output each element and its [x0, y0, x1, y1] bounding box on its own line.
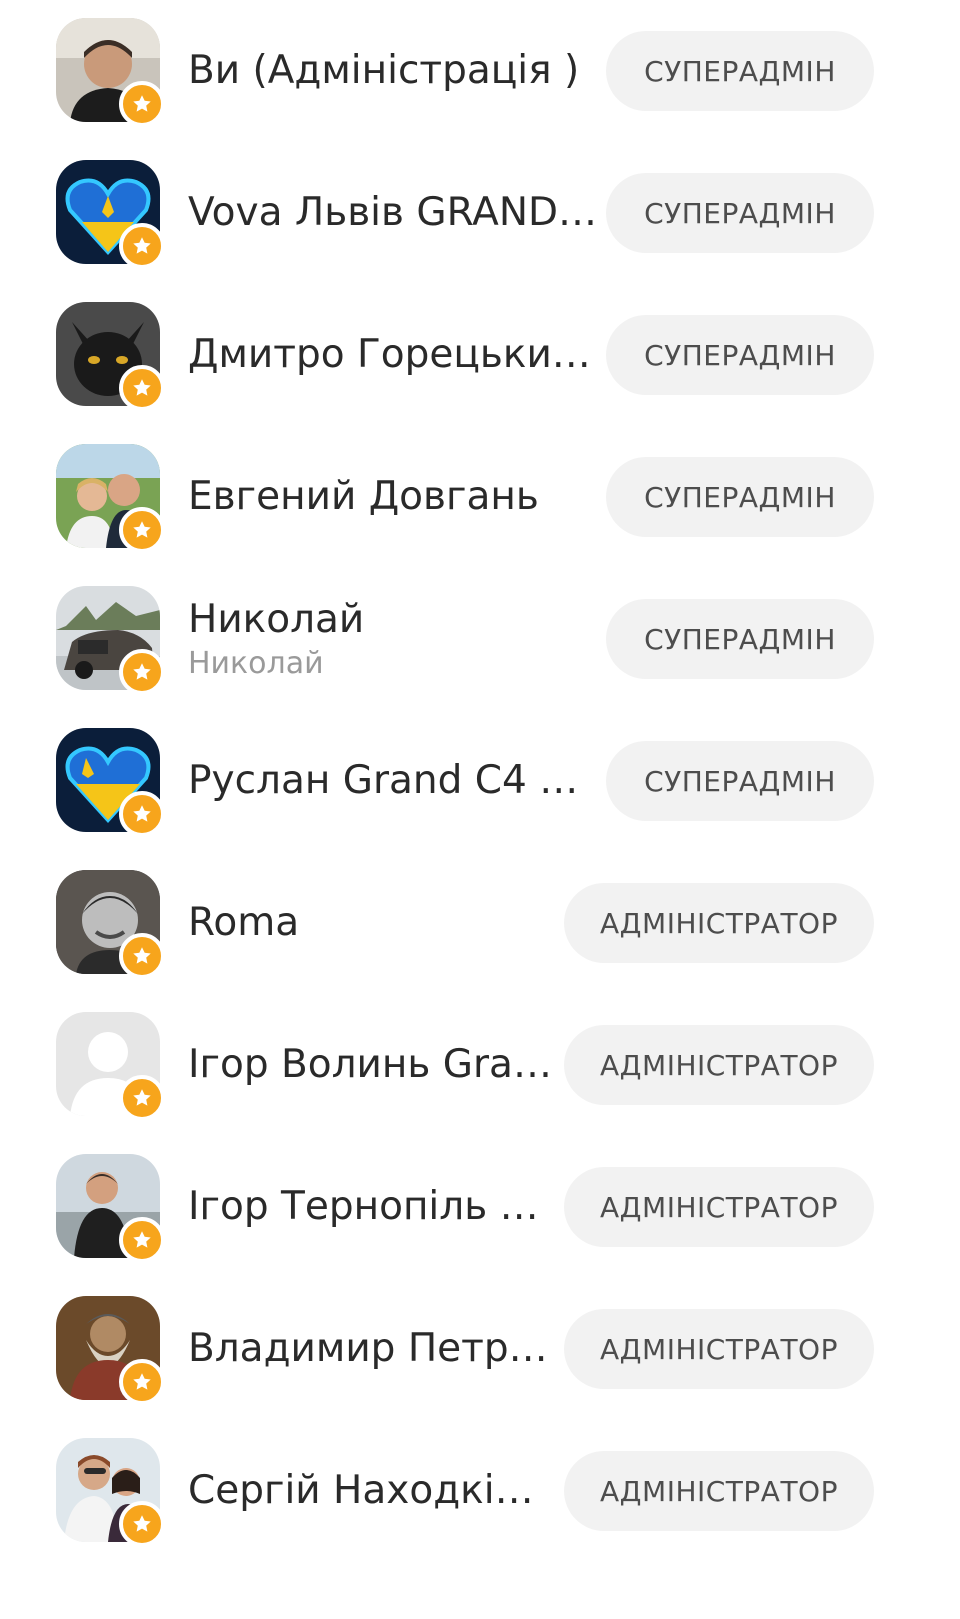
star-badge-icon	[119, 933, 165, 979]
member-row[interactable]: Сергій Находкін … АДМІНІСТРАТОР	[0, 1420, 960, 1562]
star-badge-icon	[119, 507, 165, 553]
member-name-block: Ігор Волинь Gran…	[188, 994, 558, 1136]
avatar[interactable]	[56, 728, 165, 837]
member-row[interactable]: Ви (Адміністрація ) СУПЕРАДМІН	[0, 0, 960, 142]
member-name: Ігор Волинь Gran…	[188, 1042, 558, 1087]
member-row[interactable]: Ігор Тернопіль Gr… АДМІНІСТРАТОР	[0, 1136, 960, 1278]
role-button[interactable]: АДМІНІСТРАТОР	[564, 883, 874, 963]
member-name: Сергій Находкін …	[188, 1468, 558, 1513]
member-name-block: Сергій Находкін …	[188, 1420, 558, 1562]
member-row[interactable]: Владимир Петруха АДМІНІСТРАТОР	[0, 1278, 960, 1420]
member-name-block: Roma	[188, 852, 558, 994]
member-name-block: Владимир Петруха	[188, 1278, 558, 1420]
member-name-block: Ігор Тернопіль Gr…	[188, 1136, 558, 1278]
star-badge-icon	[119, 1501, 165, 1547]
avatar[interactable]	[56, 18, 165, 127]
avatar[interactable]	[56, 444, 165, 553]
member-name: Владимир Петруха	[188, 1326, 558, 1371]
member-row[interactable]: Руслан Grand C4 Pi… СУПЕРАДМІН	[0, 710, 960, 852]
role-button[interactable]: АДМІНІСТРАТОР	[564, 1025, 874, 1105]
member-name-block: Евгений Довгань	[188, 426, 598, 568]
member-name: Ігор Тернопіль Gr…	[188, 1184, 558, 1229]
member-row[interactable]: Дмитро Горецький… СУПЕРАДМІН	[0, 284, 960, 426]
avatar[interactable]	[56, 586, 165, 695]
star-badge-icon	[119, 649, 165, 695]
member-row[interactable]: Roma АДМІНІСТРАТОР	[0, 852, 960, 994]
member-name: Roma	[188, 900, 300, 945]
member-row[interactable]: Николай Николай СУПЕРАДМІН	[0, 568, 960, 710]
member-name-block: Дмитро Горецький…	[188, 284, 598, 426]
role-button[interactable]: СУПЕРАДМІН	[606, 315, 874, 395]
avatar[interactable]	[56, 1438, 165, 1547]
avatar[interactable]	[56, 870, 165, 979]
member-row[interactable]: Ігор Волинь Gran… АДМІНІСТРАТОР	[0, 994, 960, 1136]
member-subname: Николай	[188, 646, 324, 681]
member-name-block: Руслан Grand C4 Pi…	[188, 710, 598, 852]
avatar[interactable]	[56, 160, 165, 269]
star-badge-icon	[119, 1217, 165, 1263]
role-button[interactable]: СУПЕРАДМІН	[606, 173, 874, 253]
member-row[interactable]: Евгений Довгань СУПЕРАДМІН	[0, 426, 960, 568]
member-name: Николай	[188, 597, 365, 642]
role-button[interactable]: АДМІНІСТРАТОР	[564, 1167, 874, 1247]
star-badge-icon	[119, 81, 165, 127]
member-name: Ви (Адміністрація )	[188, 48, 580, 93]
star-badge-icon	[119, 223, 165, 269]
avatar[interactable]	[56, 1012, 165, 1121]
member-name: Руслан Grand C4 Pi…	[188, 758, 598, 803]
role-button[interactable]: АДМІНІСТРАТОР	[564, 1309, 874, 1389]
member-name: Евгений Довгань	[188, 474, 539, 519]
member-name-block: Ви (Адміністрація )	[188, 0, 598, 142]
role-button[interactable]: СУПЕРАДМІН	[606, 741, 874, 821]
star-badge-icon	[119, 1359, 165, 1405]
role-button[interactable]: СУПЕРАДМІН	[606, 599, 874, 679]
avatar[interactable]	[56, 302, 165, 411]
avatar[interactable]	[56, 1154, 165, 1263]
member-list: Ви (Адміністрація ) СУПЕРАДМІН Vova Льві…	[0, 0, 960, 1619]
member-name: Дмитро Горецький…	[188, 332, 598, 377]
star-badge-icon	[119, 1075, 165, 1121]
member-name-block: Vova Львів GRAND …	[188, 142, 598, 284]
star-badge-icon	[119, 365, 165, 411]
avatar[interactable]	[56, 1296, 165, 1405]
role-button[interactable]: СУПЕРАДМІН	[606, 457, 874, 537]
member-name: Vova Львів GRAND …	[188, 190, 598, 235]
member-name-block: Николай Николай	[188, 568, 598, 710]
member-row[interactable]: Vova Львів GRAND … СУПЕРАДМІН	[0, 142, 960, 284]
role-button[interactable]: СУПЕРАДМІН	[606, 31, 874, 111]
star-badge-icon	[119, 791, 165, 837]
role-button[interactable]: АДМІНІСТРАТОР	[564, 1451, 874, 1531]
